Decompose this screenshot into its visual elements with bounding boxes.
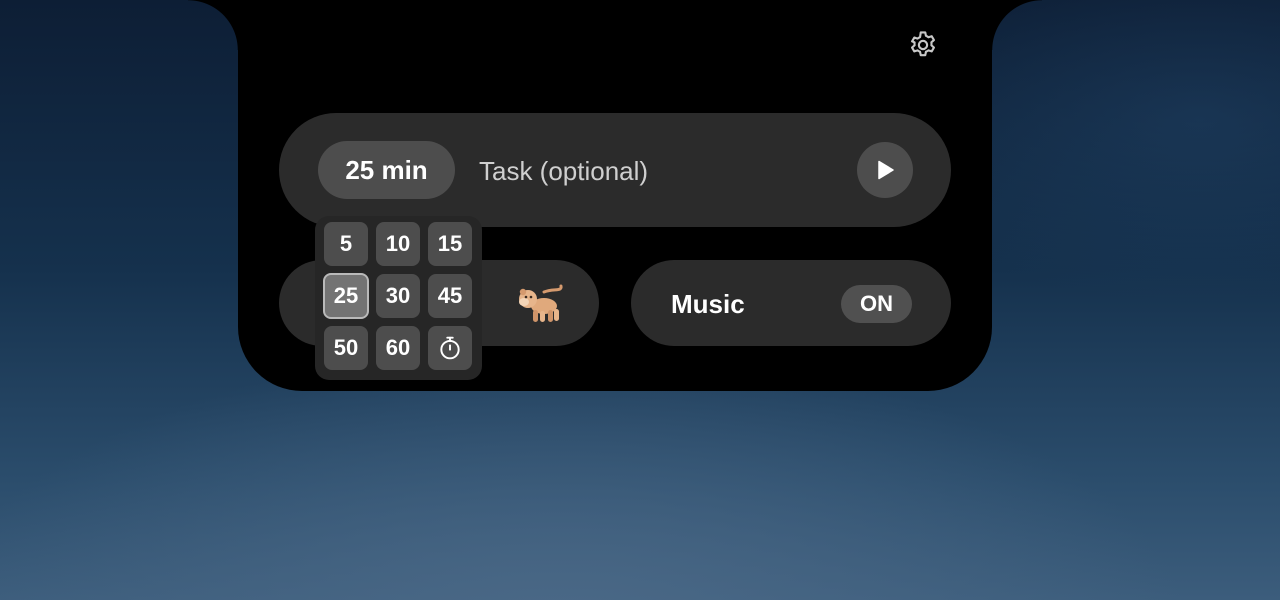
custom-timer-button[interactable] bbox=[428, 326, 472, 370]
duration-picker-popover: 5 10 15 25 30 45 50 60 bbox=[315, 216, 482, 380]
preset-30-min[interactable]: 30 bbox=[376, 274, 420, 318]
stopwatch-icon bbox=[440, 336, 460, 360]
preset-10-min[interactable]: 10 bbox=[376, 222, 420, 266]
preset-45-min[interactable]: 45 bbox=[428, 274, 472, 318]
monkey-icon bbox=[514, 282, 566, 326]
settings-button[interactable] bbox=[904, 26, 942, 64]
gear-icon bbox=[911, 31, 935, 57]
preset-25-min[interactable]: 25 bbox=[323, 273, 369, 319]
music-label: Music bbox=[671, 289, 745, 319]
task-input[interactable] bbox=[479, 148, 839, 194]
music-toggle[interactable]: ON bbox=[841, 285, 912, 323]
duration-button[interactable]: 25 min bbox=[318, 141, 455, 199]
preset-5-min[interactable]: 5 bbox=[324, 222, 368, 266]
preset-60-min[interactable]: 60 bbox=[376, 326, 420, 370]
preset-50-min[interactable]: 50 bbox=[324, 326, 368, 370]
play-button[interactable] bbox=[857, 142, 913, 198]
play-icon bbox=[878, 160, 894, 180]
preset-15-min[interactable]: 15 bbox=[428, 222, 472, 266]
